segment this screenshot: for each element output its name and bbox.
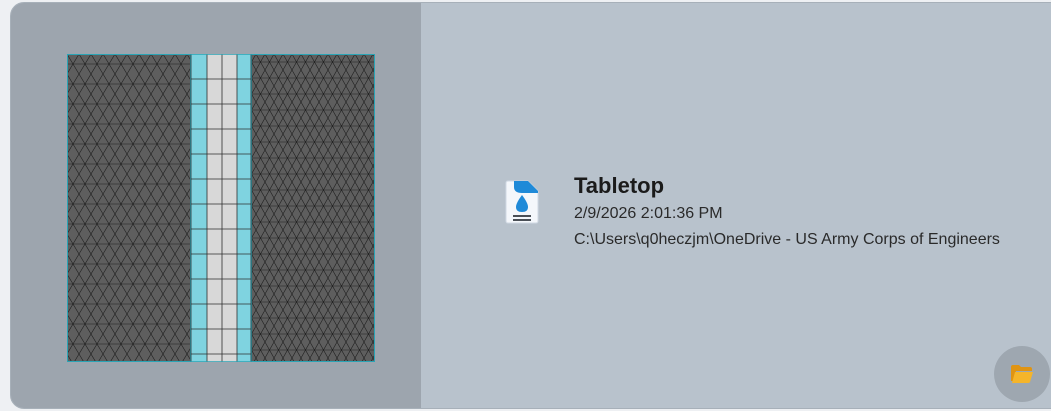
folder-open-icon — [1011, 365, 1033, 383]
file-path: C:\Users\q0heczjm\OneDrive - US Army Cor… — [574, 231, 1000, 248]
file-title[interactable]: Tabletop — [574, 173, 664, 199]
recent-file-card[interactable]: Tabletop 2/9/2026 2:01:36 PM C:\Users\q0… — [10, 2, 1051, 409]
file-date: 2/9/2026 2:01:36 PM — [574, 205, 723, 222]
thumbnail-panel — [11, 3, 421, 408]
water-document-icon — [505, 180, 539, 224]
open-folder-button[interactable] — [994, 346, 1050, 402]
mesh-thumbnail — [67, 54, 375, 362]
